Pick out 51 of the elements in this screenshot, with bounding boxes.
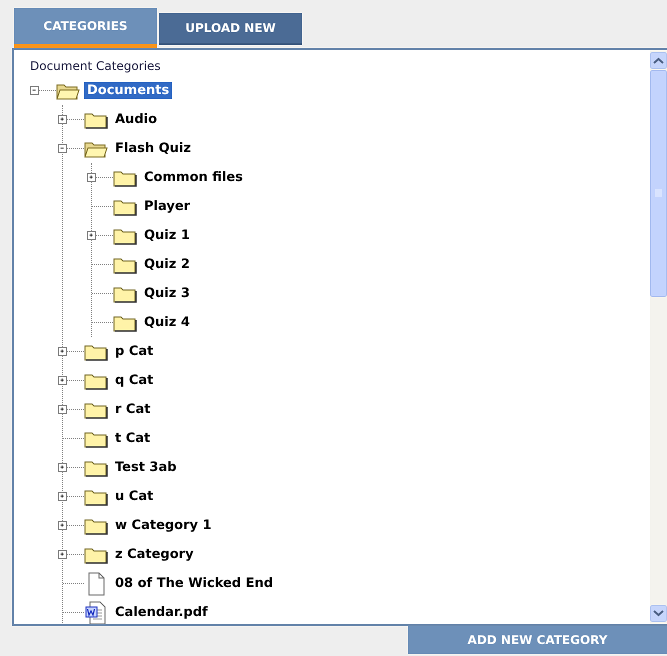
tree-item[interactable]: u Cat	[112, 488, 156, 505]
tree-item[interactable]: t Cat	[112, 430, 154, 447]
open-folder-icon	[56, 82, 80, 100]
collapse-icon[interactable]	[58, 144, 67, 153]
tree-item[interactable]: Quiz 1	[141, 227, 193, 244]
folder-icon	[84, 400, 108, 418]
tree-item[interactable]: Player	[141, 198, 194, 215]
scrollbar[interactable]	[650, 50, 667, 624]
folder-icon	[113, 168, 137, 186]
tree-item[interactable]: Test 3ab	[112, 459, 180, 476]
expand-icon[interactable]	[58, 347, 67, 356]
folder-icon	[113, 256, 137, 274]
folder-icon	[84, 488, 108, 506]
tree-item[interactable]: Documents	[84, 82, 172, 99]
tree-item[interactable]: q Cat	[112, 372, 156, 389]
expand-icon[interactable]	[87, 173, 96, 182]
expand-icon[interactable]	[58, 550, 67, 559]
tree-item[interactable]: r Cat	[112, 401, 154, 418]
tree-item[interactable]: Audio	[112, 111, 160, 128]
collapse-icon[interactable]	[30, 86, 39, 95]
folder-icon	[113, 226, 137, 244]
tab[interactable]: UPLOAD NEW	[159, 13, 302, 45]
folder-icon	[84, 430, 108, 448]
tree-item[interactable]: w Category 1	[112, 517, 215, 534]
folder-icon	[84, 516, 108, 534]
expand-icon[interactable]	[58, 521, 67, 530]
tree-item[interactable]: Quiz 2	[141, 256, 193, 273]
tree-item[interactable]: 08 of The Wicked End	[112, 575, 276, 592]
folder-icon	[84, 458, 108, 476]
tree-item[interactable]: Flash Quiz	[112, 140, 194, 157]
open-folder-icon	[84, 140, 108, 158]
expand-icon[interactable]	[58, 115, 67, 124]
tree-heading: Document Categories	[30, 58, 162, 75]
expand-icon[interactable]	[58, 405, 67, 414]
folder-icon	[113, 284, 137, 302]
expand-icon[interactable]	[58, 492, 67, 501]
folder-icon	[84, 110, 108, 128]
tree-item[interactable]: z Category	[112, 546, 197, 563]
tree-item[interactable]: Calendar.pdf	[112, 604, 211, 621]
folder-icon	[84, 342, 108, 360]
expand-icon[interactable]	[58, 376, 67, 385]
tree-item[interactable]: Common files	[141, 169, 246, 186]
folder-icon	[113, 314, 137, 332]
tree-item[interactable]: p Cat	[112, 343, 156, 360]
tree-item[interactable]: Quiz 3	[141, 285, 193, 302]
expand-icon[interactable]	[58, 463, 67, 472]
tree-item[interactable]: Quiz 4	[141, 314, 193, 331]
folder-icon	[84, 372, 108, 390]
folder-icon	[84, 546, 108, 564]
expand-icon[interactable]	[87, 231, 96, 240]
folder-icon	[113, 198, 137, 216]
